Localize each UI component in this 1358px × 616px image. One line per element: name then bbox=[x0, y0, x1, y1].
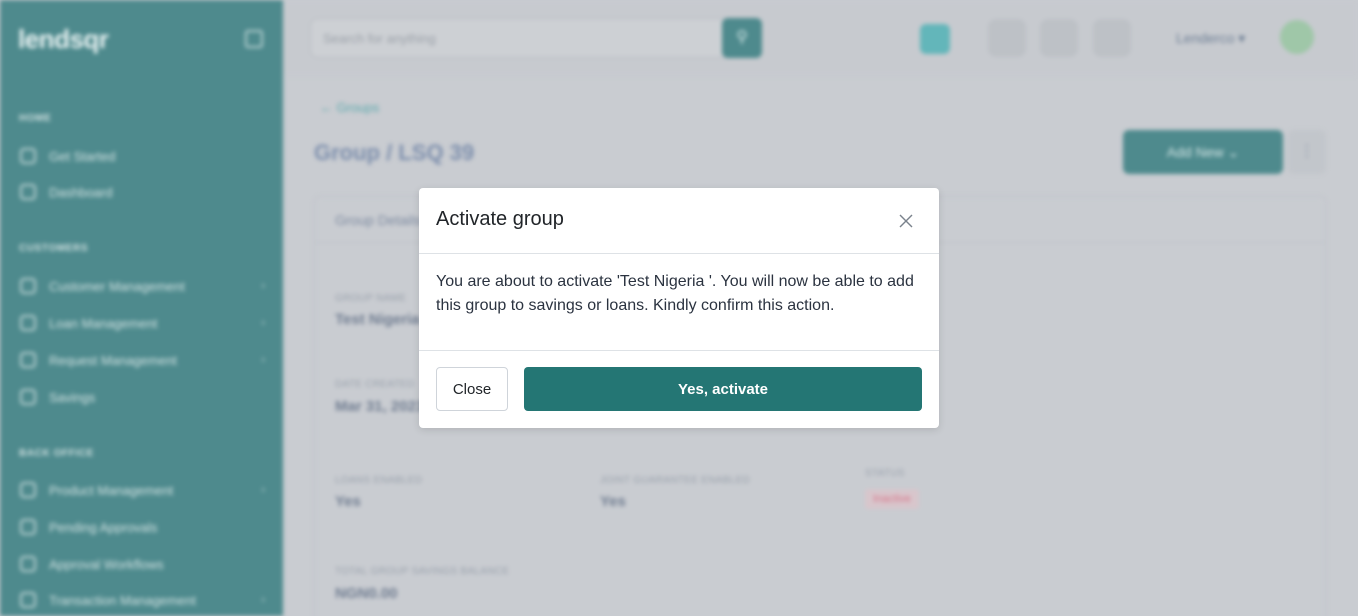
sidebar-item-loan-management[interactable]: Loan Management › bbox=[20, 312, 265, 334]
chevron-right-icon: › bbox=[261, 354, 265, 366]
search-button[interactable]: ⚲ bbox=[722, 18, 762, 58]
field-label: JOINT GUARANTEE ENABLED bbox=[600, 475, 751, 486]
chevron-right-icon: › bbox=[261, 280, 265, 292]
chevron-right-icon: › bbox=[261, 484, 265, 496]
modal-header: Activate group bbox=[419, 188, 939, 254]
modal-message: You are about to activate 'Test Nigeria … bbox=[436, 273, 914, 314]
bell-icon[interactable] bbox=[1040, 19, 1078, 57]
sidebar-item-product-management[interactable]: Product Management › bbox=[20, 479, 265, 501]
search-input[interactable]: Search for anything bbox=[310, 18, 762, 58]
clock-icon bbox=[20, 519, 36, 535]
chevron-right-icon: › bbox=[261, 594, 265, 606]
field-label: TOTAL GROUP SAVINGS BALANCE bbox=[335, 566, 510, 577]
page-title: Group / LSQ 39 bbox=[314, 140, 475, 165]
loan-icon bbox=[20, 315, 36, 331]
field-value: Yes bbox=[335, 493, 361, 510]
status-badge: Inactive bbox=[865, 489, 919, 509]
field-label: DATE CREATED bbox=[335, 379, 415, 390]
field-value: Mar 31, 2023 bbox=[335, 398, 425, 415]
back-link[interactable]: ← Groups bbox=[320, 100, 379, 115]
close-button[interactable]: Close bbox=[436, 367, 508, 411]
message-icon[interactable] bbox=[988, 19, 1026, 57]
rocket-icon bbox=[20, 148, 36, 164]
modal-footer: Close Yes, activate bbox=[419, 350, 939, 428]
close-icon[interactable] bbox=[893, 208, 919, 234]
piggy-bank-icon bbox=[20, 389, 36, 405]
field-value: Test Nigeria bbox=[335, 311, 420, 328]
chevron-right-icon: › bbox=[261, 317, 265, 329]
quick-action-button[interactable] bbox=[920, 24, 950, 54]
chevron-down-icon: ▾ bbox=[1238, 30, 1246, 46]
sidebar-item-get-started[interactable]: Get Started bbox=[20, 145, 265, 167]
activate-group-modal: Activate group You are about to activate… bbox=[419, 188, 939, 428]
field-label: LOANS ENABLED bbox=[335, 475, 423, 486]
modal-title: Activate group bbox=[436, 208, 564, 230]
brand-logo: lendsqr bbox=[18, 24, 109, 54]
field-value: Yes bbox=[600, 493, 626, 510]
dashboard-icon bbox=[20, 184, 36, 200]
sidebar-item-request-management[interactable]: Request Management › bbox=[20, 349, 265, 371]
users-icon bbox=[20, 278, 36, 294]
sidebar-item-customer-management[interactable]: Customer Management › bbox=[20, 275, 265, 297]
avatar[interactable] bbox=[1280, 20, 1314, 54]
user-menu[interactable]: Lenderco ▾ bbox=[1176, 30, 1245, 47]
yes-activate-button[interactable]: Yes, activate bbox=[524, 367, 922, 411]
more-options-button[interactable]: ⋮ bbox=[1288, 130, 1326, 174]
sidebar-item-transaction-management[interactable]: Transaction Management › bbox=[20, 589, 265, 611]
search-icon: ⚲ bbox=[736, 29, 748, 46]
sidebar-collapse-icon[interactable] bbox=[245, 30, 263, 48]
field-label: GROUP NAME bbox=[335, 293, 407, 304]
sidebar-item-approval-workflows[interactable]: Approval Workflows bbox=[20, 553, 265, 575]
product-icon bbox=[20, 482, 36, 498]
sidebar-section-back-office: BACK OFFICE bbox=[19, 448, 94, 459]
chart-icon bbox=[20, 352, 36, 368]
field-value: NGN0.00 bbox=[335, 585, 398, 602]
sidebar: lendsqr HOME Get Started Dashboard CUSTO… bbox=[0, 0, 283, 616]
sidebar-item-dashboard[interactable]: Dashboard bbox=[20, 181, 265, 203]
transaction-icon bbox=[20, 592, 36, 608]
workflow-icon bbox=[20, 556, 36, 572]
gear-icon[interactable] bbox=[1093, 19, 1131, 57]
sidebar-item-savings[interactable]: Savings bbox=[20, 386, 265, 408]
sidebar-section-customers: CUSTOMERS bbox=[19, 243, 89, 254]
add-new-button[interactable]: Add New ⌄ bbox=[1123, 130, 1283, 174]
sidebar-section-home: HOME bbox=[19, 113, 52, 124]
field-label: STATUS bbox=[865, 468, 905, 479]
sidebar-item-pending-approvals[interactable]: Pending Approvals bbox=[20, 516, 265, 538]
